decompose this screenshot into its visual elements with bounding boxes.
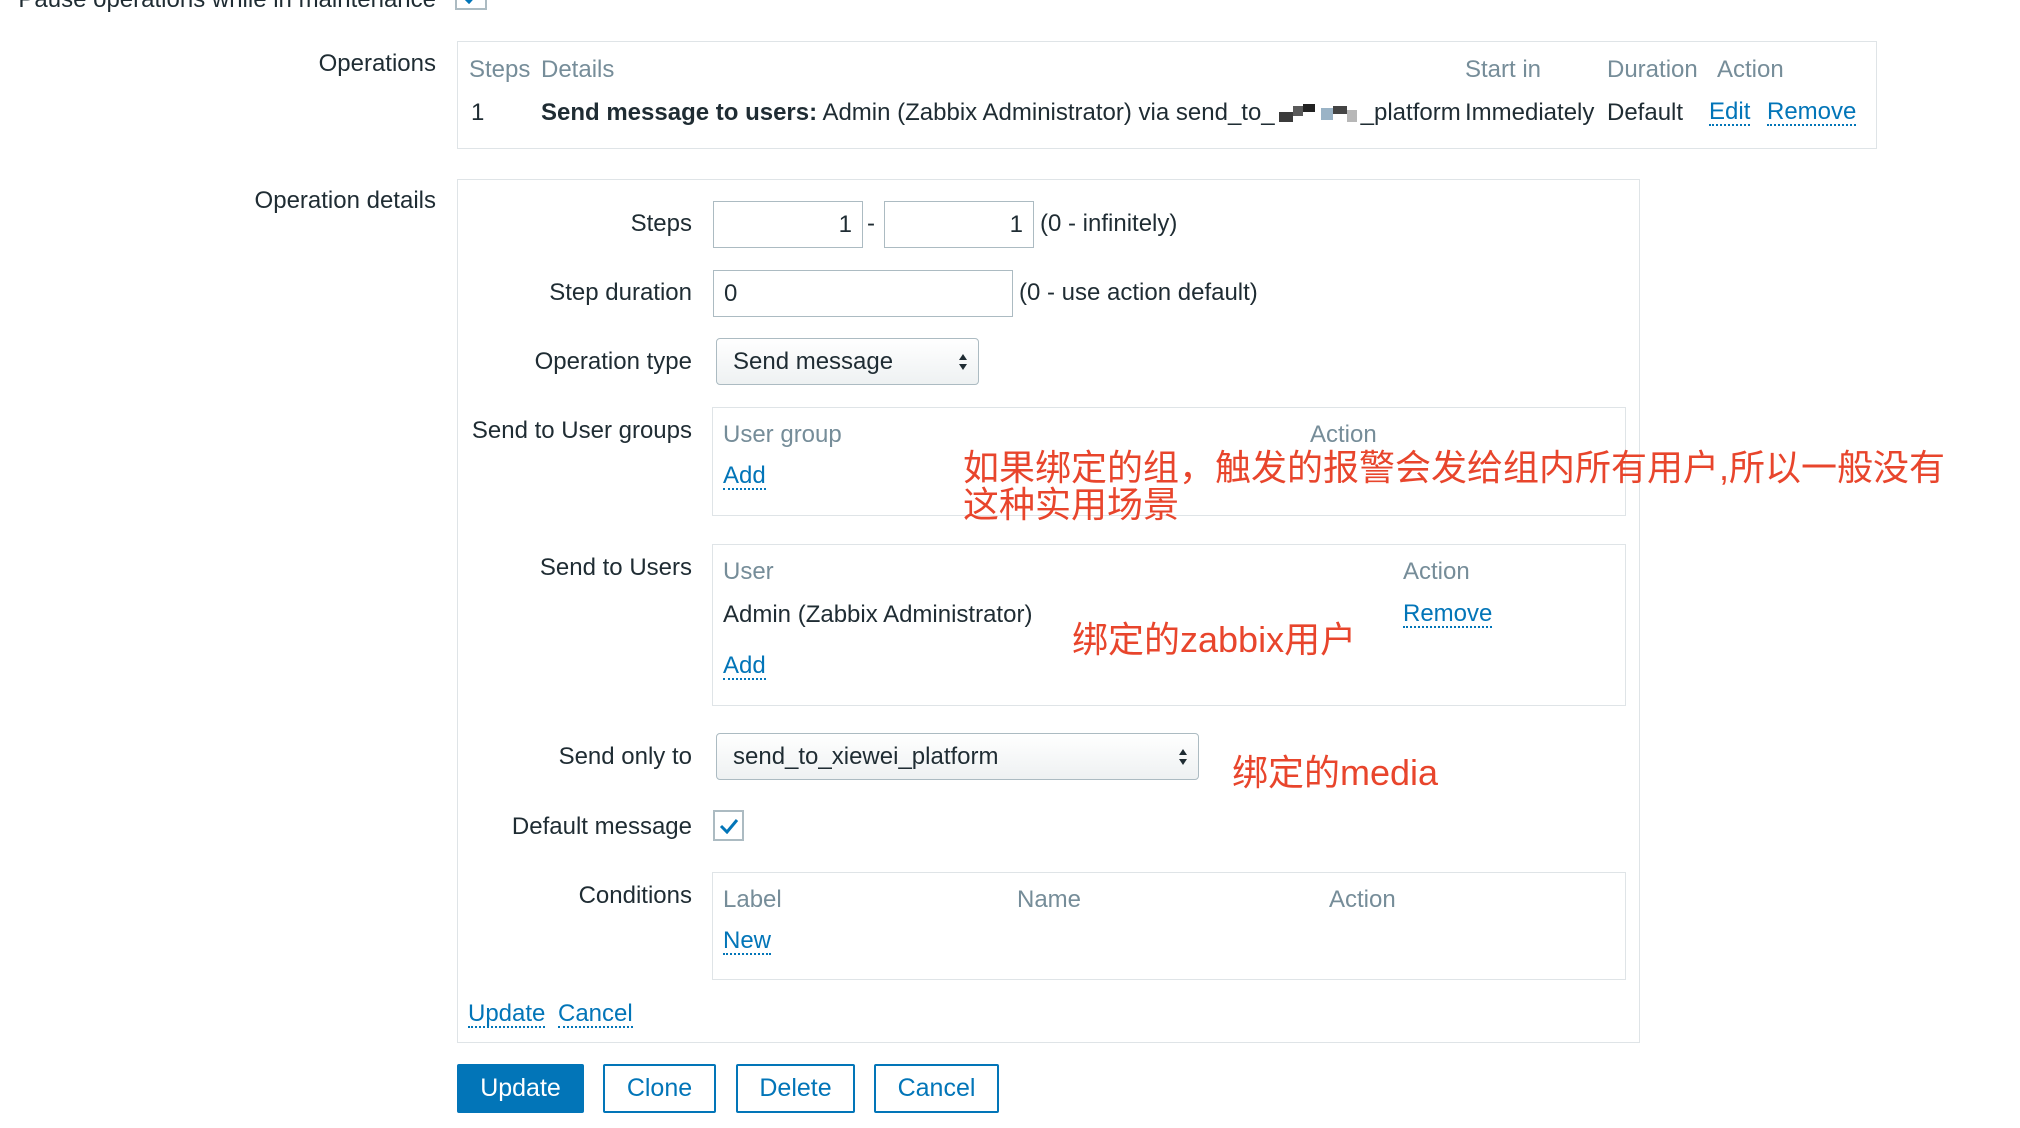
send-only-to-select[interactable]: send_to_xiewei_platform <box>716 733 1199 780</box>
col-header-user-group-action: Action <box>1310 421 1377 448</box>
steps-from-input[interactable] <box>713 201 863 248</box>
col-header-condition-action: Action <box>1329 886 1396 913</box>
operation-details-bold: Send message to users: <box>541 99 818 126</box>
pause-operations-checkbox[interactable] <box>455 0 487 10</box>
user-row-name: Admin (Zabbix Administrator) <box>723 601 1033 628</box>
annotation-users: 绑定的zabbix用户 <box>1072 619 1357 660</box>
operation-remove-link[interactable]: Remove <box>1767 99 1857 127</box>
pause-operations-label: Pause operations while in maintenance <box>18 0 436 14</box>
operation-details-prefix: Admin (Zabbix Administrator) via send_to… <box>822 99 1275 126</box>
annotation-media: 绑定的media <box>1232 752 1439 793</box>
default-message-label: Default message <box>511 813 692 840</box>
select-arrows-icon <box>1179 748 1187 765</box>
operation-update-link[interactable]: Update <box>468 1001 546 1029</box>
checkmark-icon <box>464 0 473 4</box>
col-header-steps: Steps <box>469 56 531 83</box>
cancel-button[interactable]: Cancel <box>874 1064 999 1113</box>
add-user-group-link[interactable]: Add <box>723 463 766 491</box>
conditions-table: Label Name Action New <box>712 872 1626 980</box>
operation-edit-link[interactable]: Edit <box>1709 99 1751 127</box>
select-arrows-icon <box>959 353 967 370</box>
operation-start-in: Immediately <box>1465 99 1595 126</box>
step-duration-hint: (0 - use action default) <box>1019 279 1258 306</box>
redacted-pixelation <box>1275 102 1361 126</box>
col-header-start-in: Start in <box>1465 56 1542 83</box>
checkmark-icon <box>719 818 738 834</box>
new-condition-link[interactable]: New <box>723 928 772 956</box>
col-header-user-action: Action <box>1403 558 1470 585</box>
operation-step: 1 <box>471 99 485 126</box>
clone-button[interactable]: Clone <box>603 1064 716 1113</box>
operation-cancel-link[interactable]: Cancel <box>558 1001 633 1029</box>
annotation-groups-line2: 这种实用场景 <box>963 484 1180 525</box>
send-only-to-value: send_to_xiewei_platform <box>733 742 999 770</box>
col-header-user-group: User group <box>723 421 842 448</box>
col-header-condition-label: Label <box>723 886 782 913</box>
annotation-groups-line1: 如果绑定的组，触发的报警会发给组内所有用户,所以一般没有 <box>963 447 1946 488</box>
remove-user-link[interactable]: Remove <box>1403 601 1493 629</box>
steps-separator: - <box>867 210 875 237</box>
col-header-details: Details <box>541 56 615 83</box>
operation-details: Send message to users: Admin (Zabbix Adm… <box>541 99 1461 127</box>
delete-button[interactable]: Delete <box>736 1064 855 1113</box>
operation-details-label: Operation details <box>254 187 436 214</box>
col-header-user: User <box>723 558 774 585</box>
operation-type-label: Operation type <box>534 348 692 375</box>
user-groups-label: Send to User groups <box>471 417 692 444</box>
default-message-checkbox[interactable] <box>713 810 744 841</box>
update-button[interactable]: Update <box>457 1064 584 1113</box>
col-header-duration: Duration <box>1607 56 1698 83</box>
col-header-condition-name: Name <box>1017 886 1082 913</box>
conditions-label: Conditions <box>578 882 692 909</box>
operation-type-select[interactable]: Send message <box>716 338 979 385</box>
operations-label: Operations <box>318 50 436 77</box>
steps-hint: (0 - infinitely) <box>1040 210 1178 237</box>
add-user-link[interactable]: Add <box>723 653 766 681</box>
col-header-action: Action <box>1717 56 1784 83</box>
operation-duration: Default <box>1607 99 1684 126</box>
steps-to-input[interactable] <box>884 201 1034 248</box>
send-to-users-label: Send to Users <box>539 554 692 581</box>
send-only-to-label: Send only to <box>558 743 692 770</box>
operation-type-value: Send message <box>733 347 894 375</box>
step-duration-input[interactable] <box>713 270 1013 317</box>
operation-details-suffix: _platform <box>1360 99 1461 126</box>
step-duration-label: Step duration <box>549 279 692 306</box>
steps-label: Steps <box>630 210 692 237</box>
operations-table: Steps Details Start in Duration Action 1… <box>457 41 1877 149</box>
